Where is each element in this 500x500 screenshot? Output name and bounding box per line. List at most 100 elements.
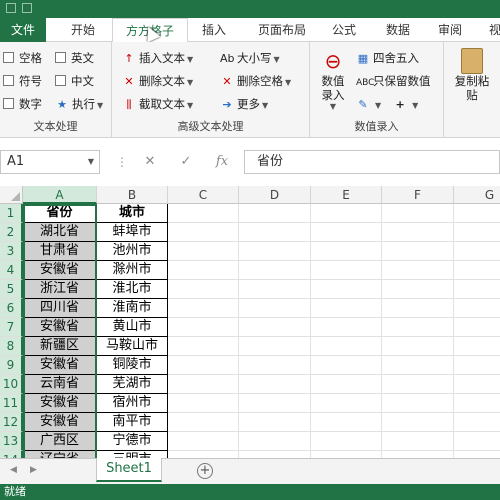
row-header-13[interactable]: 13 <box>0 432 23 451</box>
checkbox-space[interactable]: 空格 <box>3 48 42 68</box>
row-header-9[interactable]: 9 <box>0 356 23 375</box>
quick-access-icon[interactable] <box>22 3 32 13</box>
cell-c10[interactable] <box>168 375 239 394</box>
cell-e12[interactable] <box>311 413 382 432</box>
name-box[interactable]: A1 ▼ <box>0 150 100 174</box>
tab-home[interactable]: 开始 <box>58 18 108 42</box>
row-header-6[interactable]: 6 <box>0 299 23 318</box>
cell-a4[interactable]: 安徽省 <box>23 261 97 280</box>
cell-e14[interactable] <box>311 451 382 458</box>
column-header-g[interactable]: G <box>454 186 500 204</box>
cell-g2[interactable] <box>454 223 500 242</box>
round-button[interactable]: ▦ 四舍五入 <box>356 48 419 68</box>
cell-e13[interactable] <box>311 432 382 451</box>
cell-c11[interactable] <box>168 394 239 413</box>
insert-function-icon[interactable]: fx <box>210 152 234 172</box>
cell-d7[interactable] <box>239 318 311 337</box>
cell-c9[interactable] <box>168 356 239 375</box>
row-header-10[interactable]: 10 <box>0 375 23 394</box>
row-header-7[interactable]: 7 <box>0 318 23 337</box>
insert-text-button[interactable]: ↑ 插入文本 ▼ <box>122 48 193 68</box>
cell-b11[interactable]: 宿州市 <box>97 394 168 413</box>
sheet-tab[interactable]: Sheet1 <box>96 458 162 482</box>
cell-d2[interactable] <box>239 223 311 242</box>
cell-a5[interactable]: 浙江省 <box>23 280 97 299</box>
cell-b5[interactable]: 淮北市 <box>97 280 168 299</box>
checkbox-icon[interactable] <box>3 52 14 63</box>
cell-c7[interactable] <box>168 318 239 337</box>
more-button[interactable]: ➔ 更多 ▼ <box>220 94 268 114</box>
checkbox-icon[interactable] <box>3 98 14 109</box>
tab-insert[interactable]: 插入 <box>192 18 236 42</box>
scroll-left-icon[interactable]: ◀ <box>10 465 17 475</box>
cell-e6[interactable] <box>311 299 382 318</box>
cell-g7[interactable] <box>454 318 500 337</box>
cell-a11[interactable]: 安徽省 <box>23 394 97 413</box>
cell-b9[interactable]: 铜陵市 <box>97 356 168 375</box>
cell-d13[interactable] <box>239 432 311 451</box>
cell-f5[interactable] <box>382 280 454 299</box>
cell-b14[interactable]: 三明市 <box>97 451 168 458</box>
number-entry-button[interactable]: ⊖ 数值录入 ▼ <box>316 48 350 111</box>
checkbox-chinese[interactable]: 中文 <box>55 71 94 91</box>
cell-g12[interactable] <box>454 413 500 432</box>
cell-b12[interactable]: 南平市 <box>97 413 168 432</box>
column-header-a[interactable]: A <box>23 186 97 204</box>
tab-review[interactable]: 审阅 <box>428 18 472 42</box>
cell-g9[interactable] <box>454 356 500 375</box>
row-header-12[interactable]: 12 <box>0 413 23 432</box>
cell-b2[interactable]: 蚌埠市 <box>97 223 168 242</box>
cell-a13[interactable]: 广西区 <box>23 432 97 451</box>
cell-e8[interactable] <box>311 337 382 356</box>
cell-b3[interactable]: 池州市 <box>97 242 168 261</box>
cell-g10[interactable] <box>454 375 500 394</box>
tab-formulas[interactable]: 公式 <box>322 18 366 42</box>
checkbox-icon[interactable] <box>55 52 66 63</box>
cell-c8[interactable] <box>168 337 239 356</box>
row-header-8[interactable]: 8 <box>0 337 23 356</box>
cell-a7[interactable]: 安徽省 <box>23 318 97 337</box>
tab-file[interactable]: 文件 <box>0 18 46 42</box>
cell-c12[interactable] <box>168 413 239 432</box>
cell-f7[interactable] <box>382 318 454 337</box>
cell-c1[interactable] <box>168 204 239 223</box>
cell-d9[interactable] <box>239 356 311 375</box>
cell-a6[interactable]: 四川省 <box>23 299 97 318</box>
row-header-5[interactable]: 5 <box>0 280 23 299</box>
tab-data[interactable]: 数据 <box>376 18 420 42</box>
cell-f3[interactable] <box>382 242 454 261</box>
cell-g13[interactable] <box>454 432 500 451</box>
row-header-2[interactable]: 2 <box>0 223 23 242</box>
cell-b10[interactable]: 芜湖市 <box>97 375 168 394</box>
cell-b4[interactable]: 滁州市 <box>97 261 168 280</box>
cell-g14[interactable] <box>454 451 500 458</box>
cell-d14[interactable] <box>239 451 311 458</box>
cell-d5[interactable] <box>239 280 311 299</box>
cell-b6[interactable]: 淮南市 <box>97 299 168 318</box>
cell-f8[interactable] <box>382 337 454 356</box>
cancel-icon[interactable]: ✕ <box>138 152 162 172</box>
cell-e9[interactable] <box>311 356 382 375</box>
row-header-1[interactable]: 1 <box>0 204 23 223</box>
column-header-c[interactable]: C <box>168 186 239 204</box>
cell-e1[interactable] <box>311 204 382 223</box>
cell-d11[interactable] <box>239 394 311 413</box>
cell-b8[interactable]: 马鞍山市 <box>97 337 168 356</box>
scroll-right-icon[interactable]: ▶ <box>30 465 37 475</box>
cell-d1[interactable] <box>239 204 311 223</box>
cell-g11[interactable] <box>454 394 500 413</box>
cell-a2[interactable]: 湖北省 <box>23 223 97 242</box>
quick-access-icon[interactable] <box>6 3 16 13</box>
checkbox-icon[interactable] <box>55 75 66 86</box>
cell-f10[interactable] <box>382 375 454 394</box>
checkbox-icon[interactable] <box>3 75 14 86</box>
cell-f13[interactable] <box>382 432 454 451</box>
cell-e7[interactable] <box>311 318 382 337</box>
delete-text-button[interactable]: ✕ 删除文本 ▼ <box>122 71 193 91</box>
checkbox-symbol[interactable]: 符号 <box>3 71 42 91</box>
cell-b7[interactable]: 黄山市 <box>97 318 168 337</box>
keep-value-button[interactable]: ABC只保留数值 <box>356 71 431 91</box>
cell-a3[interactable]: 甘肃省 <box>23 242 97 261</box>
tab-view[interactable]: 视 <box>480 18 500 42</box>
cell-c6[interactable] <box>168 299 239 318</box>
